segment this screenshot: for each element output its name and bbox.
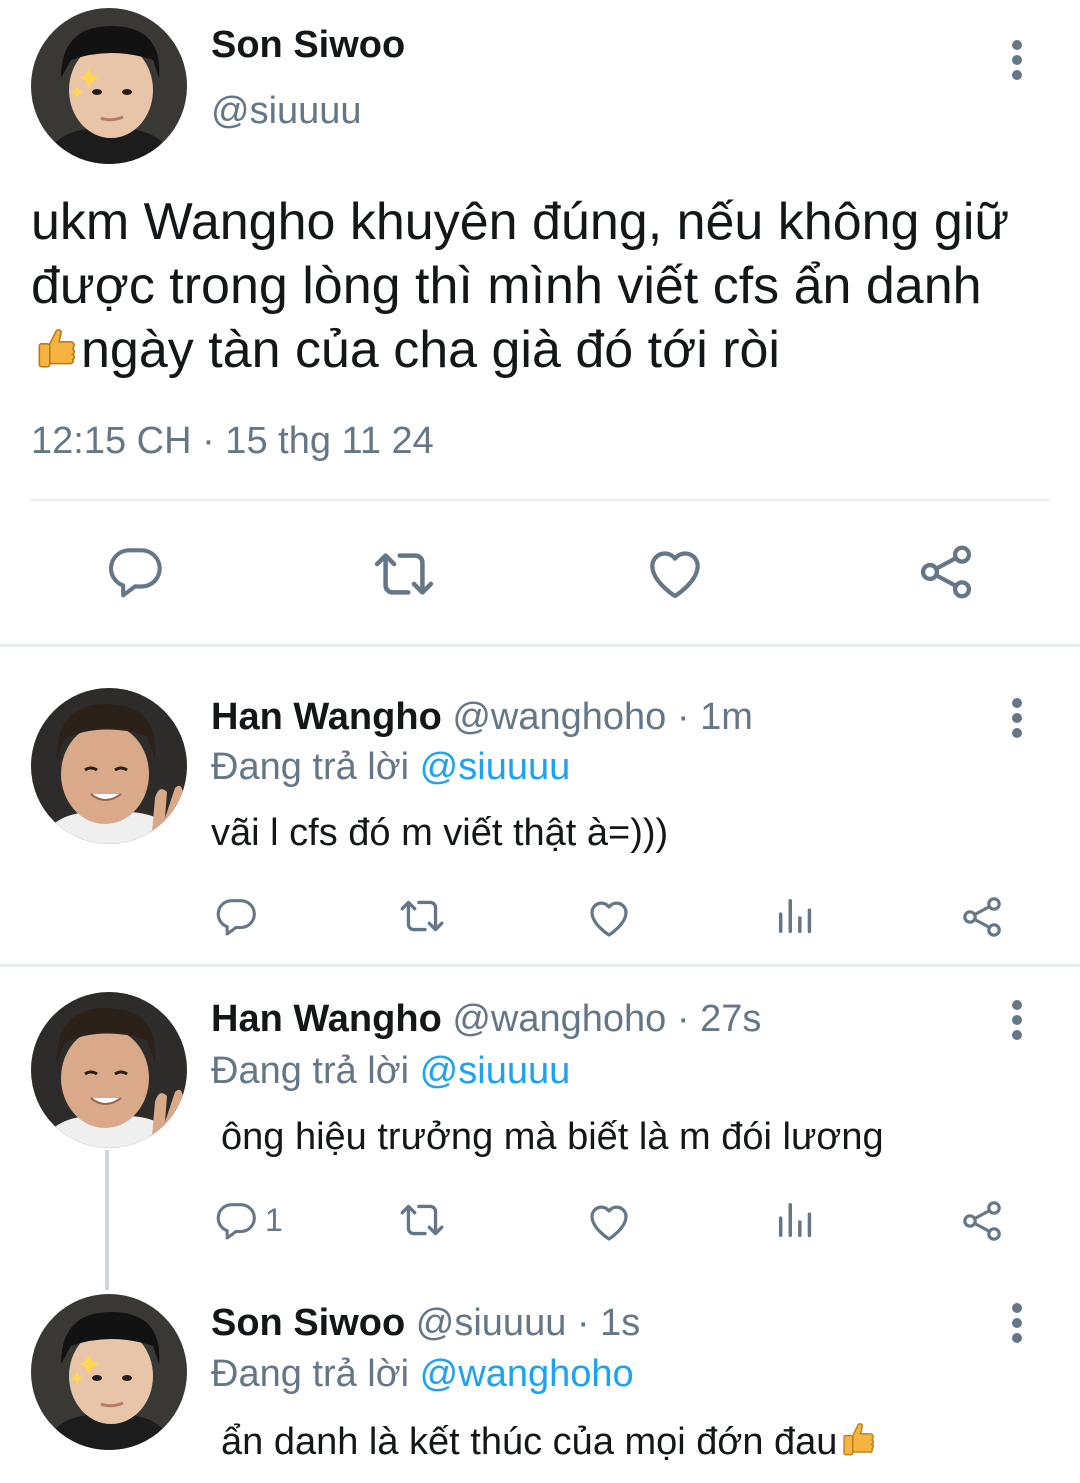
author-avatar[interactable]: [31, 8, 187, 164]
reply-meta: @wanghoho · 1m: [452, 696, 753, 738]
replying-to: Đang trả lời @siuuuu: [211, 1050, 570, 1093]
analytics-icon: [773, 1197, 819, 1243]
reply-button[interactable]: [213, 893, 259, 939]
reply-header: Han Wangho @wanghoho · 1m: [211, 696, 753, 739]
share-icon: [958, 893, 1006, 941]
reply-avatar[interactable]: [31, 992, 187, 1148]
reply-text: ẩn danh là kết thúc của mọi đớn đau: [221, 1418, 879, 1464]
tweet-text-line: ngày tàn của cha già đó tới ròi: [31, 318, 1051, 382]
like-icon: [585, 893, 633, 941]
more-options-icon[interactable]: [1011, 40, 1023, 80]
avatar-image: [31, 1294, 187, 1450]
reply-author-name[interactable]: Han Wangho: [211, 696, 442, 738]
author-handle[interactable]: @siuuuu: [211, 90, 362, 133]
divider: [31, 499, 1049, 501]
like-icon: [585, 1197, 633, 1245]
avatar-image: [31, 992, 187, 1148]
like-button[interactable]: [585, 1197, 633, 1245]
reply-text: vãi l cfs đó m viết thật à=))): [211, 812, 669, 854]
replying-prefix: Đang trả lời: [211, 1050, 410, 1092]
share-icon: [958, 1197, 1006, 1245]
more-options-icon[interactable]: [1011, 1000, 1023, 1040]
replying-to-link[interactable]: @siuuuu: [420, 1050, 571, 1092]
like-button[interactable]: [585, 893, 633, 941]
share-icon: [914, 540, 978, 604]
like-icon: [643, 540, 707, 604]
more-options-icon[interactable]: [1011, 698, 1023, 738]
reply-avatar[interactable]: [31, 1294, 187, 1450]
replying-to-link[interactable]: @wanghoho: [420, 1353, 634, 1395]
reply-icon: [213, 1197, 259, 1243]
like-button[interactable]: [643, 540, 707, 604]
reply-text: ông hiệu trưởng mà biết là m đói lương: [221, 1116, 884, 1158]
replying-to-link[interactable]: @siuuuu: [420, 746, 571, 788]
reply-author-name[interactable]: Han Wangho: [211, 998, 442, 1040]
divider: [0, 964, 1080, 967]
analytics-button[interactable]: [773, 1197, 819, 1243]
thumbs-up-icon: [837, 1418, 879, 1460]
tweet-text: ukm Wangho khuyên đúng, nếu không giữ đư…: [31, 190, 1051, 382]
retweet-icon: [397, 891, 447, 941]
thumbs-up-icon: [31, 323, 81, 373]
avatar-image: [31, 8, 187, 164]
replying-prefix: Đang trả lời: [211, 1353, 410, 1395]
reply-icon: [104, 540, 166, 602]
share-button[interactable]: [958, 1197, 1006, 1245]
tweet-timestamp[interactable]: 12:15 CH · 15 thg 11 24: [31, 420, 434, 463]
reply-avatar[interactable]: [31, 688, 187, 844]
analytics-button[interactable]: [773, 893, 819, 939]
retweet-button[interactable]: [397, 891, 447, 941]
replying-to: Đang trả lời @siuuuu: [211, 746, 570, 789]
tweet-text-line: được trong lòng thì mình viết cfs ẩn dan…: [31, 257, 982, 315]
avatar-image: [31, 688, 187, 844]
author-name[interactable]: Son Siwoo: [211, 24, 405, 67]
retweet-button[interactable]: [370, 540, 438, 608]
reply-meta: @wanghoho · 27s: [452, 998, 762, 1040]
reply-header: Han Wangho @wanghoho · 27s: [211, 998, 761, 1041]
reply-author-name[interactable]: Son Siwoo: [211, 1302, 405, 1344]
reply-header: Son Siwoo @siuuuu · 1s: [211, 1302, 640, 1345]
share-button[interactable]: [958, 893, 1006, 941]
retweet-button[interactable]: [397, 1195, 447, 1245]
reply-button[interactable]: [104, 540, 166, 602]
share-button[interactable]: [914, 540, 978, 604]
retweet-icon: [397, 1195, 447, 1245]
replying-prefix: Đang trả lời: [211, 746, 410, 788]
reply-icon: [213, 893, 259, 939]
tweet-text-line: ukm Wangho khuyên đúng, nếu không giữ: [31, 193, 1010, 251]
divider: [0, 644, 1080, 647]
thread-line: [105, 1150, 109, 1290]
replying-to: Đang trả lời @wanghoho: [211, 1353, 634, 1396]
more-options-icon[interactable]: [1011, 1303, 1023, 1343]
reply-button[interactable]: 1: [213, 1197, 283, 1243]
reply-count: 1: [265, 1201, 283, 1238]
analytics-icon: [773, 893, 819, 939]
retweet-icon: [370, 540, 438, 608]
reply-meta: @siuuuu · 1s: [415, 1302, 641, 1344]
tweet-text-line-3: ngày tàn của cha già đó tới ròi: [81, 321, 780, 379]
reply-text-content: ẩn danh là kết thúc của mọi đớn đau: [221, 1421, 838, 1463]
